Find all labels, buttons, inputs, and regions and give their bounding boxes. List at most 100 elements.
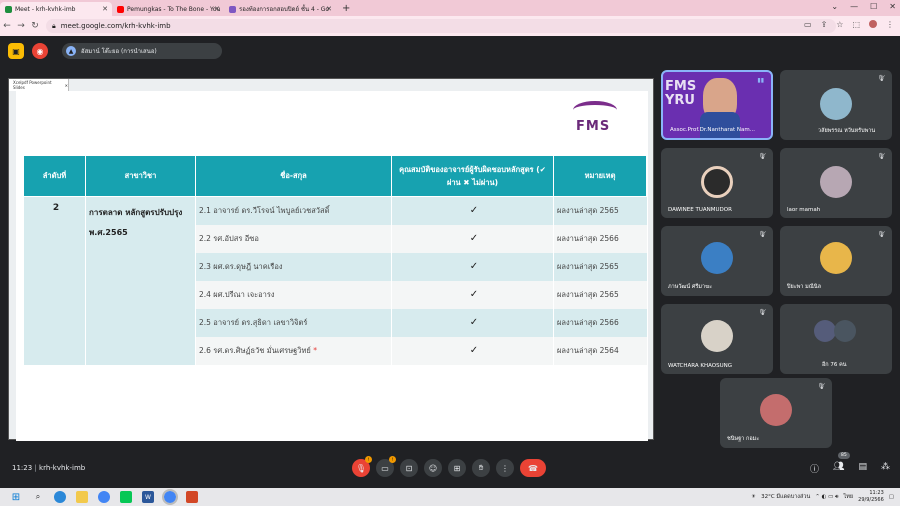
table-row: 2 การตลาด หลักสูตรปรับปรุง พ.ศ.2565 2.1 … — [23, 196, 647, 365]
windows-start-icon[interactable]: ⊞ — [10, 491, 22, 503]
recording-icon[interactable]: ◉ — [32, 43, 48, 59]
raise-hand-button[interactable]: ✋︎ — [472, 459, 490, 477]
file-explorer-icon[interactable] — [76, 491, 88, 503]
participant-video-body — [700, 112, 740, 138]
check-icon: ✓ — [391, 224, 554, 253]
word-icon[interactable]: W — [142, 491, 154, 503]
emoji-button[interactable]: ☺ — [424, 459, 442, 477]
system-tray: ☀︎ 32°C มีแดดบางส่วน ⌃ ◐ ▭ 🔊︎ ไทย 11:23 … — [751, 490, 894, 504]
check-icon: ✓ — [391, 336, 554, 365]
participant-tile[interactable]: 🎙︎̸ ภาษวัฒน์ ศรีมาฆะ — [661, 226, 773, 296]
reload-icon[interactable]: ↻ — [28, 21, 42, 31]
check-icon: ✓ — [391, 252, 554, 281]
browser-tab-bar: Meet - krh-kvhk-imb ✕ Pemungkas - To The… — [0, 0, 900, 16]
meeting-code: krh-kvhk-imb — [39, 464, 86, 472]
lock-icon: 🔒︎ — [52, 21, 56, 30]
participant-tile[interactable]: 🎙︎̸ ปิยะพา มณีนิล — [780, 226, 892, 296]
captions-icon[interactable]: ▣ — [8, 43, 24, 59]
youtube-icon — [117, 5, 124, 13]
leave-call-button[interactable]: ☎︎ — [520, 459, 546, 477]
powerpoint-icon[interactable] — [186, 491, 198, 503]
captions-button[interactable]: ⊡ — [400, 459, 418, 477]
avatar — [701, 166, 733, 198]
participant-tile[interactable]: 🎙︎̸ WATCHARA KHAOSUNG — [661, 304, 773, 374]
edge-icon[interactable] — [54, 491, 66, 503]
url-text: meet.google.com/krh-kvhk-imb — [60, 22, 171, 30]
name-cell: 2.1 อาจารย์ ดร.วีโรจน์ ไพบูลย์เวชสวัสดิ์ — [195, 196, 392, 225]
meeting-info: 11:23 | krh-kvhk-imb — [12, 464, 86, 472]
forms-icon — [229, 5, 236, 13]
info-icon[interactable]: ⓘ — [810, 462, 819, 475]
language-indicator[interactable]: ไทย — [844, 493, 854, 501]
close-window-button[interactable]: ✕ — [889, 2, 896, 11]
participant-name: laor mamah — [787, 207, 821, 213]
participant-tile[interactable]: 🎙︎̸ laor mamah — [780, 148, 892, 218]
camera-icon[interactable]: ▭ — [804, 20, 812, 29]
camera-toggle-button[interactable]: ▭! — [376, 456, 396, 477]
header-no: ลำดับที่ — [23, 155, 86, 197]
more-options-button[interactable]: ⋮ — [496, 459, 514, 477]
note-cell: ผลงานล่าสุด 2565 — [553, 196, 647, 225]
mic-off-icon: 🎙︎̸ — [817, 383, 825, 390]
chrome-icon[interactable] — [98, 491, 110, 503]
chrome-active-icon[interactable] — [162, 489, 178, 505]
maximize-button[interactable]: ☐ — [870, 2, 877, 11]
participant-name: DAWINEE TUANMUDOR — [668, 207, 732, 213]
search-icon[interactable]: ⌕ — [32, 491, 44, 503]
address-bar-row: ← → ↻ 🔒︎ meet.google.com/krh-kvhk-imb ▭ … — [0, 16, 900, 36]
close-tab-icon[interactable]: ✕ — [214, 5, 220, 13]
avatar — [701, 320, 733, 352]
participant-name: ปิยะพา มณีนิล — [787, 284, 821, 290]
menu-icon[interactable]: ⋮ — [886, 20, 894, 29]
close-tab-icon[interactable]: ✕ — [102, 5, 108, 13]
mic-off-icon: 🎙︎̸ — [877, 231, 885, 238]
windows-taskbar: ⊞ ⌕ W ☀︎ 32°C มีแดดบางส่วน ⌃ ◐ ▭ 🔊︎ ไทย … — [0, 488, 900, 506]
browser-tab-meet[interactable]: Meet - krh-kvhk-imb ✕ — [0, 2, 112, 16]
browser-tab-youtube[interactable]: Pemungkas - To The Bone - You ✕ — [112, 2, 224, 16]
bookmark-star-icon[interactable]: ☆ — [836, 20, 843, 29]
meeting-time: 11:23 — [12, 464, 33, 472]
url-field[interactable]: 🔒︎ meet.google.com/krh-kvhk-imb — [46, 19, 836, 33]
participant-tile[interactable]: FMS YRU ▮▮ Assoc.Prof.Dr.Nantharat Nam... — [661, 70, 773, 140]
name-cell: 2.6 รศ.ดร.ศิษฏ์ธวัช มั่นเศรษฐวิทย์ * — [195, 336, 392, 365]
presenter-chip[interactable]: ▲ อัสมาน์ โต๊ะยอ (การนำเสนอ) — [62, 43, 222, 59]
participant-tile[interactable]: 🎙︎̸ DAWINEE TUANMUDOR — [661, 148, 773, 218]
header-major: สาขาวิชา — [85, 155, 196, 197]
tray-icons[interactable]: ⌃ ◐ ▭ 🔊︎ — [815, 494, 838, 501]
side-controls: ⓘ 👥︎ ▤ ⁂ — [810, 462, 890, 475]
back-icon[interactable]: ← — [0, 21, 14, 31]
clock[interactable]: 11:23 29/9/2566 — [858, 490, 884, 504]
major-cell: การตลาด หลักสูตรปรับปรุง พ.ศ.2565 — [85, 196, 196, 365]
people-icon[interactable]: 👥︎ — [833, 462, 844, 475]
call-controls: 🎙︎! ▭! ⊡ ☺ ⊞ ✋︎ ⋮ ☎︎ — [352, 456, 546, 477]
header-note: หมายเหตุ — [553, 155, 647, 197]
participant-tile-others[interactable]: อีก 76 คน — [780, 304, 892, 374]
profile-avatar[interactable] — [869, 20, 877, 28]
note-cell: ผลงานล่าสุด 2564 — [553, 336, 647, 365]
check-icon: ✓ — [391, 308, 554, 337]
window-controls: ⌄ — ☐ ✕ — [831, 2, 896, 11]
name-cell: 2.4 ผศ.ปรีณา เจะอารง — [195, 280, 392, 309]
new-tab-button[interactable]: + — [342, 2, 350, 16]
notification-icon[interactable]: ▢ — [889, 494, 894, 500]
line-icon[interactable] — [120, 491, 132, 503]
pres-tab-label: Xcelpdf Powerpoint Slides — [13, 80, 52, 90]
browser-tab-forms[interactable]: รองท้องการอกสอบปิดย์ ชั้น 4 - Go ✕ — [224, 2, 336, 16]
tab-search-icon[interactable]: ⌄ — [831, 2, 838, 11]
others-count: อีก 76 คน — [822, 362, 847, 368]
share-icon[interactable]: ⇪ — [821, 20, 828, 29]
chat-icon[interactable]: ▤ — [858, 462, 867, 475]
forward-icon[interactable]: → — [14, 21, 28, 31]
participant-tile[interactable]: 🎙︎̸ วลัยพรรณ หวันหรับพาน — [780, 70, 892, 140]
mic-toggle-button[interactable]: 🎙︎! — [352, 456, 372, 477]
activities-icon[interactable]: ⁂ — [881, 462, 890, 475]
participant-name: ภาษวัฒน์ ศรีมาฆะ — [668, 284, 713, 290]
minimize-button[interactable]: — — [850, 2, 858, 11]
table-header-row: ลำดับที่ สาขาวิชา ชื่อ-สกุล คุณสมบัติของ… — [23, 155, 647, 197]
close-tab-icon[interactable]: ✕ — [326, 5, 332, 13]
extensions-icon[interactable]: ⬚ — [852, 20, 860, 29]
warning-badge: ! — [365, 456, 372, 463]
weather-text: 32°C มีแดดบางส่วน — [761, 494, 811, 500]
present-button[interactable]: ⊞ — [448, 459, 466, 477]
participant-tile[interactable]: 🎙︎̸ ชนิษฐา กอมะ — [720, 378, 832, 448]
